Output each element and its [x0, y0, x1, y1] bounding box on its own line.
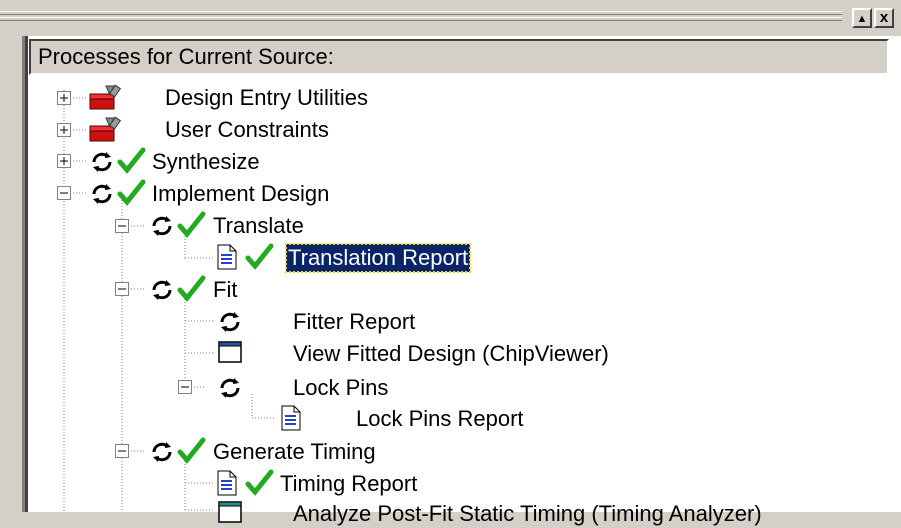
check-icon	[177, 437, 206, 464]
process-icon	[152, 442, 172, 462]
tree-item-label[interactable]: Implement Design	[152, 180, 329, 208]
tree-item-label[interactable]: Timing Report	[280, 470, 417, 498]
tree-item-label[interactable]: View Fitted Design (ChipViewer)	[293, 340, 609, 368]
collapse-icon[interactable]	[57, 186, 71, 200]
tree-item-label-selected[interactable]: Translation Report	[284, 243, 472, 273]
tree-item-label[interactable]: Translate	[213, 212, 304, 240]
check-icon	[177, 275, 206, 302]
tree-item-label[interactable]: Lock Pins Report	[356, 405, 524, 433]
report-icon	[217, 244, 237, 270]
process-icon	[92, 184, 112, 204]
tree-item-label[interactable]: Generate Timing	[213, 438, 376, 466]
expand-icon[interactable]	[57, 123, 71, 137]
tree-item-label[interactable]: Design Entry Utilities	[165, 84, 368, 112]
process-icon	[152, 280, 172, 300]
collapse-icon[interactable]	[115, 219, 129, 233]
tree-item-label[interactable]: Fit	[213, 276, 237, 304]
expand-icon[interactable]	[57, 91, 71, 105]
report-icon	[217, 470, 237, 496]
process-icon	[92, 152, 112, 172]
collapse-icon[interactable]	[115, 444, 129, 458]
tree-item-label[interactable]: Fitter Report	[293, 308, 415, 336]
report-icon	[281, 405, 301, 431]
check-icon	[117, 147, 146, 174]
check-icon	[245, 243, 274, 270]
tree-item-label[interactable]: Synthesize	[152, 148, 260, 176]
process-icon	[220, 378, 240, 398]
check-icon	[117, 179, 146, 206]
process-icon	[152, 216, 172, 236]
check-icon	[177, 211, 206, 238]
toolbox-icon	[89, 116, 122, 142]
expand-icon[interactable]	[57, 154, 71, 168]
process-icon	[220, 312, 240, 332]
window-icon	[218, 341, 242, 363]
collapse-icon[interactable]	[115, 282, 129, 296]
collapse-icon[interactable]	[178, 380, 192, 394]
window-icon	[218, 501, 242, 523]
tree-item-label[interactable]: Analyze Post-Fit Static Timing (Timing A…	[293, 500, 762, 528]
tree-item-label[interactable]: Lock Pins	[293, 374, 388, 402]
toolbox-icon	[89, 84, 122, 110]
tree-item-label[interactable]: User Constraints	[165, 116, 329, 144]
check-icon	[245, 469, 274, 496]
